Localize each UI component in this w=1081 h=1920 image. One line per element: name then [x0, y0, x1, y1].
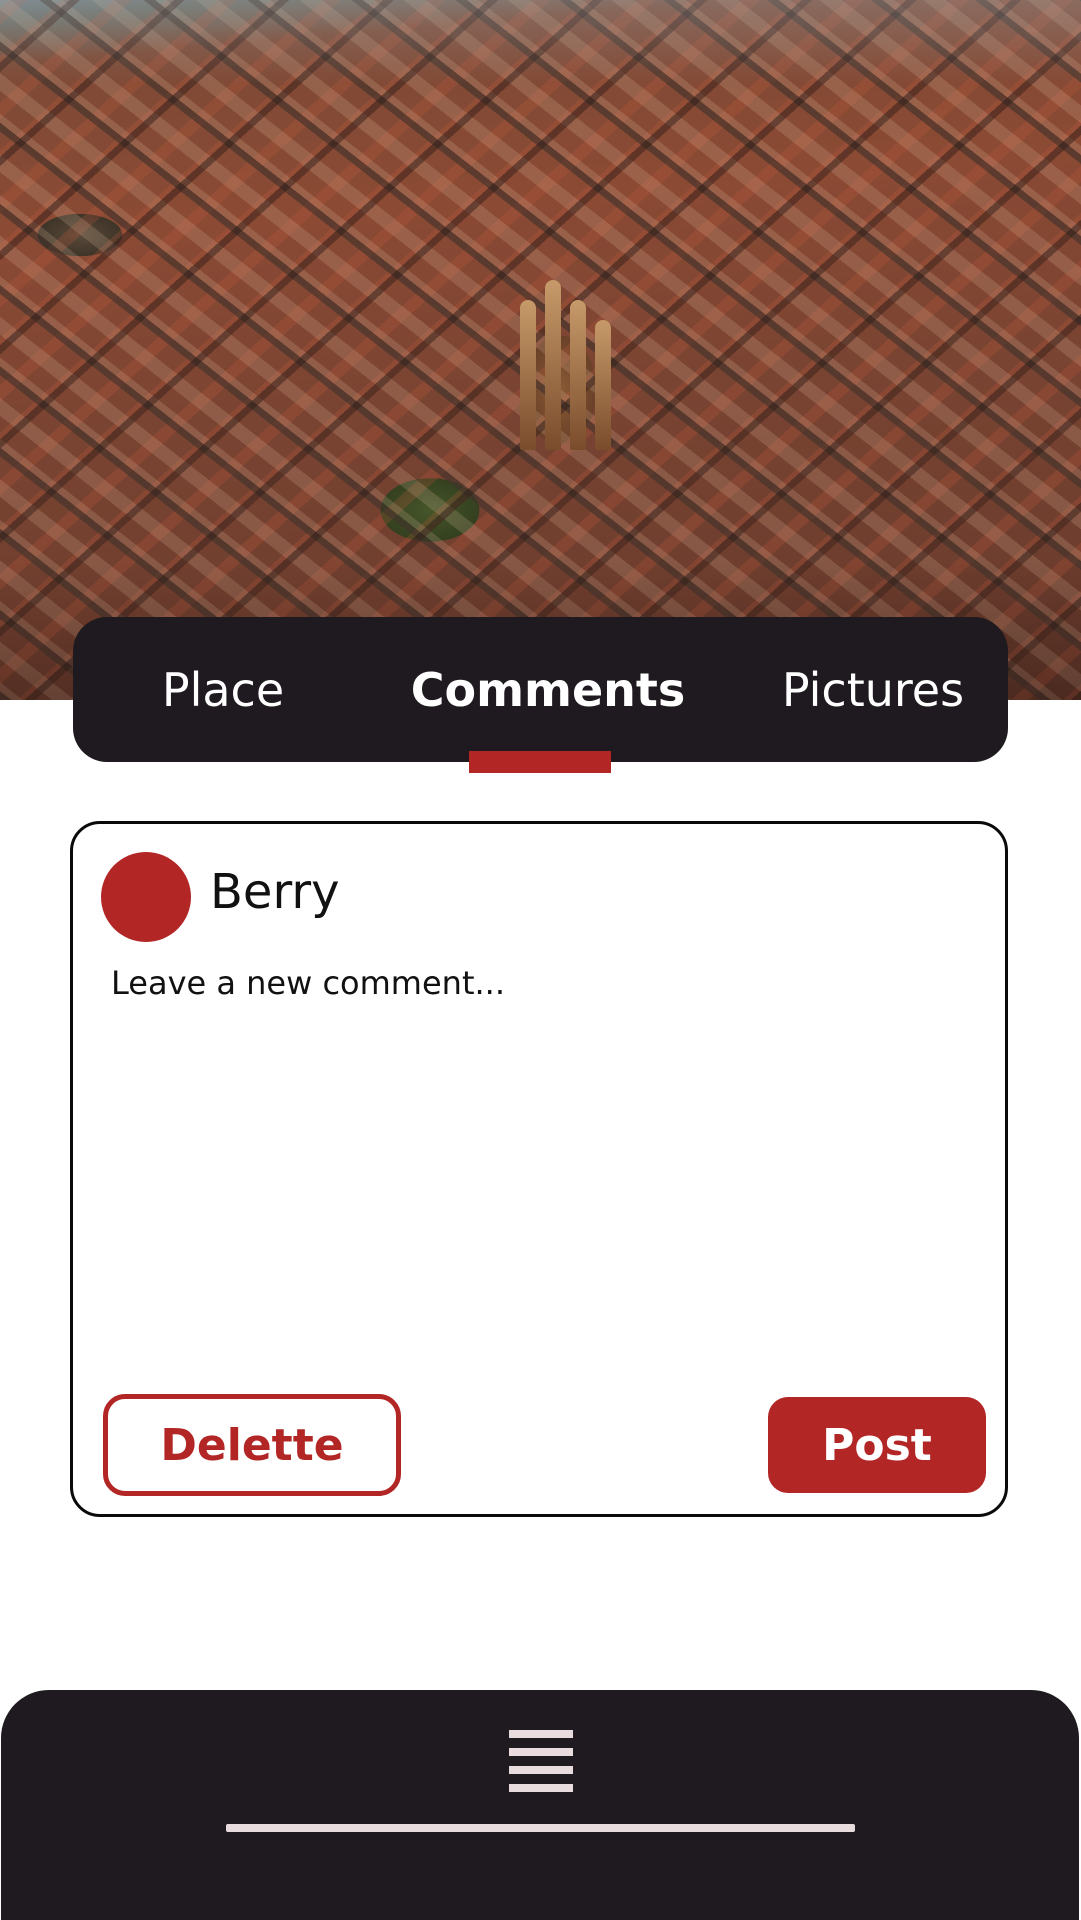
bottom-sheet [1, 1690, 1079, 1920]
delete-button[interactable]: Delette [103, 1394, 401, 1496]
comment-input[interactable] [111, 964, 961, 1324]
comments-screen: Place Comments Pictures Berry Delette Po… [0, 0, 1081, 1920]
menu-icon[interactable] [509, 1730, 573, 1792]
hero-city-image [0, 0, 1081, 700]
tab-comments[interactable]: Comments [388, 617, 708, 762]
tab-pictures[interactable]: Pictures [753, 617, 993, 762]
active-tab-indicator [469, 751, 611, 773]
username: Berry [210, 864, 340, 920]
post-button[interactable]: Post [768, 1397, 986, 1493]
sheet-handle[interactable] [226, 1824, 855, 1832]
tab-bar: Place Comments Pictures [73, 617, 1008, 762]
tab-place[interactable]: Place [113, 617, 333, 762]
avatar [101, 852, 191, 942]
comment-card: Berry Delette Post [70, 821, 1008, 1517]
